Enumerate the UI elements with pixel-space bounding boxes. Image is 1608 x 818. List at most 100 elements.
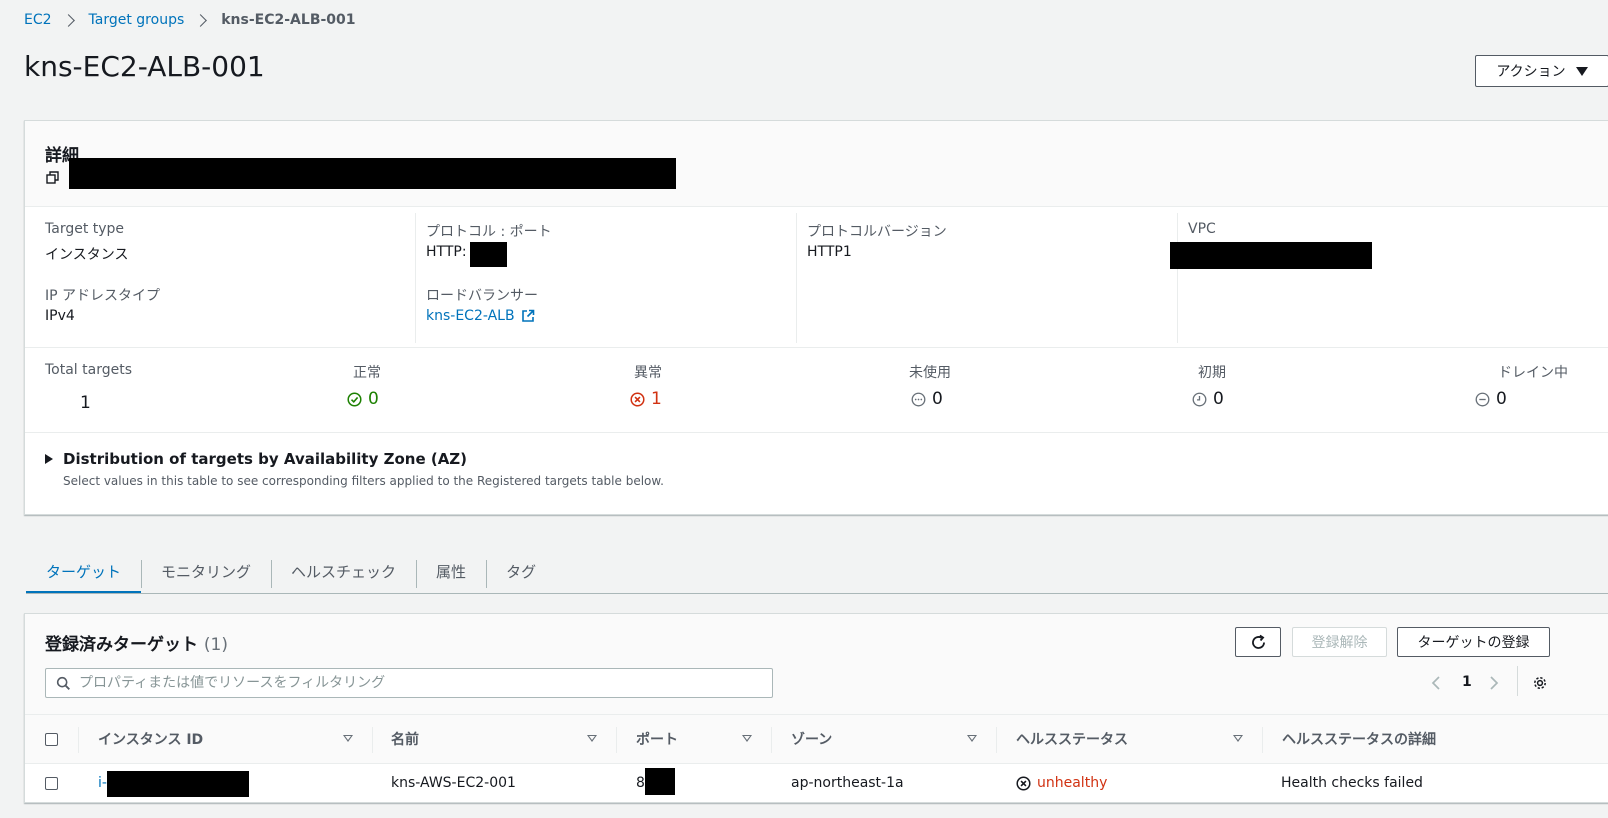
tab-health-check[interactable]: ヘルスチェック — [271, 548, 416, 594]
register-targets-button[interactable]: ターゲットの登録 — [1397, 627, 1550, 657]
minus-circle-icon — [1475, 392, 1490, 406]
details-panel: 詳細 Target type インスタンス IP アドレスタイプ IPv4 プロ… — [24, 120, 1608, 515]
col-header-port[interactable]: ポート — [636, 715, 678, 763]
gear-icon[interactable] — [1532, 675, 1548, 691]
target-name: kns-AWS-EC2-001 — [391, 775, 516, 791]
healthy-count[interactable]: 0 — [347, 389, 379, 409]
select-all-cell — [45, 715, 58, 763]
caret-down-icon — [1575, 66, 1588, 76]
distribution-title: Distribution of targets by Availability … — [63, 450, 468, 468]
load-balancer-link-text: kns-EC2-ALB — [426, 308, 515, 324]
chevron-right-icon — [194, 13, 208, 27]
check-circle-icon — [347, 391, 362, 407]
deregister-button[interactable]: 登録解除 — [1292, 627, 1387, 657]
redacted-port — [470, 242, 507, 267]
draining-count[interactable]: 0 — [1475, 389, 1507, 409]
chevron-right-icon[interactable] — [1489, 675, 1499, 691]
tab-bar: ターゲット モニタリング ヘルスチェック 属性 タグ — [26, 548, 556, 594]
filter-search — [45, 668, 773, 698]
targets-title: 登録済みターゲット (1) — [45, 630, 228, 655]
distribution-expander[interactable]: Distribution of targets by Availability … — [45, 450, 467, 468]
targets-count: (1) — [203, 635, 229, 655]
column-separator — [771, 727, 772, 753]
ip-type-label: IP アドレスタイプ — [45, 288, 161, 304]
caret-right-icon — [45, 454, 53, 464]
unused-count-value: 0 — [932, 389, 943, 409]
column-divider — [1177, 213, 1178, 343]
unhealthy-count[interactable]: 1 — [630, 389, 662, 409]
draining-label: ドレイン中 — [1498, 365, 1568, 381]
distribution-subtitle: Select values in this table to see corre… — [63, 474, 664, 488]
registered-targets-panel: 登録済みターゲット (1) 登録解除 ターゲットの登録 1 インスタンス ID … — [24, 613, 1608, 803]
breadcrumb: EC2 Target groups kns-EC2-ALB-001 — [24, 12, 356, 28]
sort-icon[interactable] — [1233, 735, 1243, 742]
row-checkbox[interactable] — [45, 776, 58, 790]
tab-attributes[interactable]: 属性 — [416, 548, 486, 594]
chevron-right-icon — [61, 13, 75, 27]
column-separator — [616, 727, 617, 753]
tab-tags[interactable]: タグ — [486, 548, 556, 594]
col-header-zone[interactable]: ゾーン — [791, 715, 832, 763]
select-all-checkbox[interactable] — [45, 732, 58, 746]
draining-count-value: 0 — [1496, 389, 1507, 409]
breadcrumb-ec2-link[interactable]: EC2 — [24, 12, 52, 28]
sort-icon[interactable] — [967, 735, 977, 742]
column-separator — [996, 727, 997, 753]
ip-type-value: IPv4 — [45, 308, 75, 324]
healthy-count-value: 0 — [368, 389, 379, 409]
target-type-value: インスタンス — [45, 247, 129, 263]
pagination-divider — [1517, 666, 1518, 696]
instance-id-link[interactable]: i- — [98, 764, 107, 802]
targets-title-text: 登録済みターゲット — [45, 635, 198, 655]
details-header: 詳細 — [25, 121, 1608, 207]
load-balancer-link[interactable]: kns-EC2-ALB — [426, 308, 535, 324]
col-header-health-status[interactable]: ヘルスステータス — [1016, 715, 1128, 763]
ellipsis-circle-icon — [911, 392, 926, 406]
target-type-label: Target type — [45, 221, 125, 237]
total-targets-value: 1 — [80, 393, 91, 413]
unhealthy-label: 異常 — [634, 365, 662, 381]
target-port: 8 — [636, 775, 645, 791]
sort-icon[interactable] — [587, 735, 597, 742]
tabs-underline — [26, 593, 1608, 594]
chevron-left-icon[interactable] — [1431, 675, 1441, 691]
col-header-name[interactable]: 名前 — [391, 715, 419, 763]
total-targets-label: Total targets — [45, 362, 133, 378]
actions-button-label: アクション — [1496, 64, 1566, 80]
row-select-cell — [45, 764, 58, 802]
row-divider — [25, 432, 1608, 433]
unused-label: 未使用 — [909, 365, 951, 381]
health-status-cell: unhealthy — [1016, 764, 1107, 802]
redacted-instance-id — [107, 771, 249, 797]
tab-targets[interactable]: ターゲット — [26, 548, 142, 594]
refresh-button[interactable] — [1235, 627, 1281, 657]
actions-button[interactable]: アクション — [1475, 55, 1608, 87]
protocol-port-label: プロトコル : ポート — [426, 224, 552, 240]
protocol-version-value: HTTP1 — [807, 244, 852, 260]
initial-count[interactable]: 0 — [1192, 389, 1224, 409]
col-header-instance-id[interactable]: インスタンス ID — [98, 715, 203, 763]
page-number[interactable]: 1 — [1462, 674, 1472, 690]
copy-icon[interactable] — [46, 171, 60, 185]
page-title: kns-EC2-ALB-001 — [24, 50, 265, 83]
clock-icon — [1192, 392, 1207, 406]
load-balancer-label: ロードバランサー — [426, 288, 538, 304]
sort-icon[interactable] — [742, 735, 752, 742]
external-link-icon — [521, 309, 534, 322]
column-separator — [78, 727, 79, 753]
tab-monitoring[interactable]: モニタリング — [141, 548, 271, 594]
health-status-value: unhealthy — [1037, 775, 1108, 791]
x-circle-icon — [1016, 775, 1031, 791]
column-divider — [415, 213, 416, 343]
target-zone: ap-northeast-1a — [791, 775, 904, 791]
col-header-health-detail[interactable]: ヘルスステータスの詳細 — [1282, 715, 1436, 763]
breadcrumb-current: kns-EC2-ALB-001 — [221, 12, 356, 28]
initial-label: 初期 — [1198, 365, 1226, 381]
redacted-target-port — [645, 768, 675, 795]
column-separator — [372, 727, 373, 753]
filter-input[interactable] — [79, 675, 772, 691]
breadcrumb-target-groups-link[interactable]: Target groups — [89, 12, 185, 28]
row-divider — [25, 347, 1608, 348]
unused-count[interactable]: 0 — [911, 389, 943, 409]
sort-icon[interactable] — [343, 735, 353, 742]
